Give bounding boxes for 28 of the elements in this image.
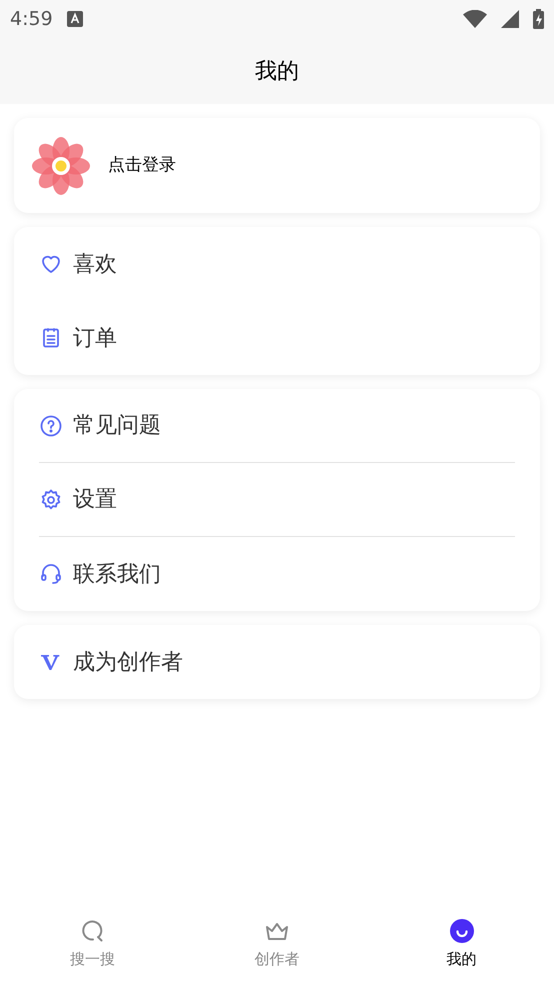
- battery-icon: [533, 9, 544, 29]
- menu-item[interactable]: 喜欢: [39, 227, 515, 301]
- menu-item[interactable]: 设置: [39, 463, 515, 537]
- help-icon: [39, 414, 63, 438]
- menu-item[interactable]: 常见问题: [39, 389, 515, 463]
- menu-item-label: 联系我们: [73, 560, 161, 588]
- nav-tab[interactable]: 创作者: [184, 918, 370, 970]
- login-card[interactable]: 点击登录: [14, 118, 540, 213]
- page-title: 我的: [255, 58, 299, 86]
- flower-avatar-icon: [30, 134, 92, 196]
- nav-tab[interactable]: 搜一搜: [0, 918, 185, 970]
- wifi-icon: [463, 10, 487, 28]
- nav-tab[interactable]: 我的: [369, 918, 554, 970]
- settings-icon: [39, 488, 63, 512]
- menu-item-label: 常见问题: [73, 412, 161, 440]
- keyboard-app-icon: [66, 11, 83, 27]
- smile-icon: [448, 918, 475, 944]
- menu-item-label: 设置: [73, 486, 117, 514]
- menu-item-label: 成为创作者: [73, 648, 183, 676]
- menu-item[interactable]: 联系我们: [39, 537, 515, 611]
- signal-icon: [501, 10, 519, 28]
- menu-item[interactable]: 成为创作者: [39, 625, 515, 699]
- login-label: 点击登录: [108, 154, 176, 177]
- menu-item-label: 喜欢: [73, 250, 117, 278]
- menu-item-label: 订单: [73, 324, 117, 352]
- menu-item[interactable]: 订单: [39, 301, 515, 375]
- headset-icon: [39, 562, 63, 586]
- status-time: 4:59: [10, 6, 53, 32]
